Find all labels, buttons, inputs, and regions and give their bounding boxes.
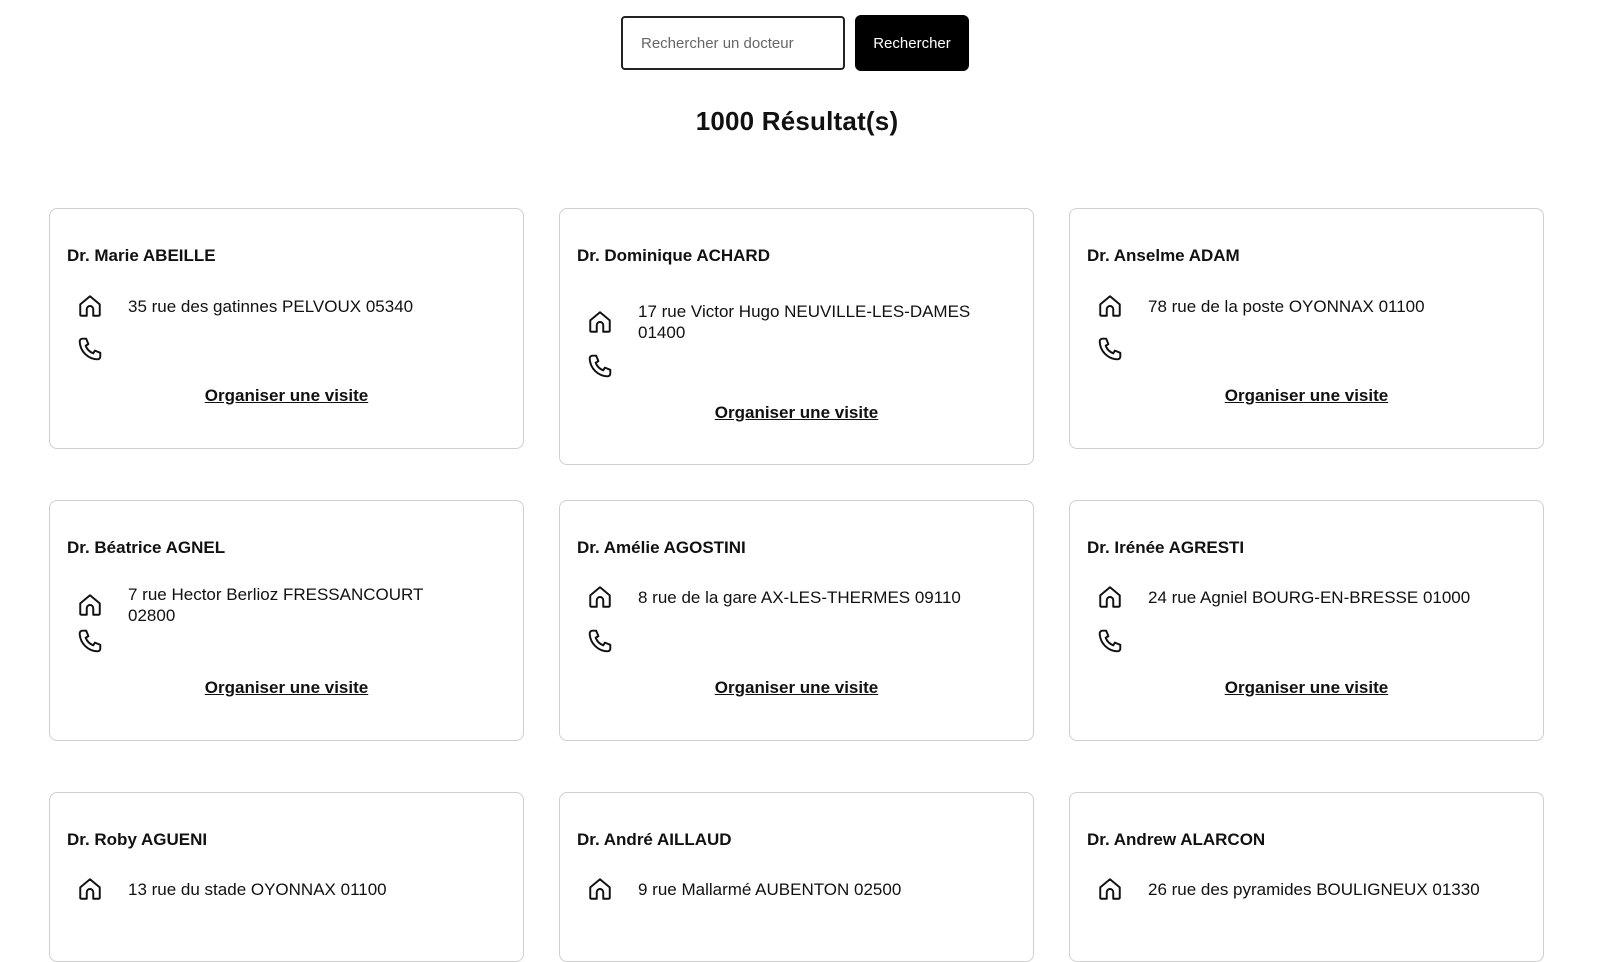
doctor-address: 78 rue de la poste OYONNAX 01100: [1148, 296, 1425, 316]
address-row: 7 rue Hector Berlioz FRESSANCOURT 02800: [77, 584, 468, 626]
address-row: 17 rue Victor Hugo NEUVILLE-LES-DAMES 01…: [587, 301, 978, 343]
doctor-card: Dr. Roby AGUENI 13 rue du stade OYONNAX …: [49, 792, 524, 962]
search-input[interactable]: [621, 16, 845, 70]
address-row: 24 rue Agniel BOURG-EN-BRESSE 01000: [1097, 584, 1470, 610]
doctor-name: Dr. Anselme ADAM: [1087, 246, 1240, 265]
phone-icon: [1098, 337, 1122, 361]
address-row: 9 rue Mallarmé AUBENTON 02500: [587, 876, 901, 902]
schedule-visit-link[interactable]: Organiser une visite: [560, 678, 1033, 698]
phone-icon: [1098, 629, 1122, 653]
phone-row: [77, 336, 128, 362]
doctor-address: 35 rue des gatinnes PELVOUX 05340: [128, 296, 414, 316]
address-row: 8 rue de la gare AX-LES-THERMES 09110: [587, 584, 961, 610]
results-count-title: 1000 Résultat(s): [695, 106, 899, 136]
doctor-address: 17 rue Victor Hugo NEUVILLE-LES-DAMES 01…: [638, 302, 971, 342]
doctor-address: 8 rue de la gare AX-LES-THERMES 09110: [638, 587, 961, 607]
doctor-card: Dr. Irénée AGRESTI 24 rue Agniel BOURG-E…: [1069, 500, 1544, 741]
doctor-card: Dr. Anselme ADAM 78 rue de la poste OYON…: [1069, 208, 1544, 449]
home-icon: [79, 594, 101, 616]
address-row: 78 rue de la poste OYONNAX 01100: [1097, 293, 1425, 319]
phone-icon: [78, 337, 102, 361]
phone-row: [1097, 336, 1148, 362]
doctor-name: Dr. Marie ABEILLE: [67, 246, 216, 265]
address-row: 13 rue du stade OYONNAX 01100: [77, 876, 387, 902]
schedule-visit-link[interactable]: Organiser une visite: [560, 403, 1033, 423]
doctor-card: Dr. Amélie AGOSTINI 8 rue de la gare AX-…: [559, 500, 1034, 741]
schedule-visit-link[interactable]: Organiser une visite: [50, 386, 523, 406]
phone-row: [587, 628, 638, 654]
address-row: 35 rue des gatinnes PELVOUX 05340: [77, 293, 413, 319]
doctor-address: 7 rue Hector Berlioz FRESSANCOURT 02800: [128, 585, 424, 625]
home-icon: [589, 586, 611, 608]
doctor-name: Dr. Amélie AGOSTINI: [577, 538, 746, 557]
doctor-address: 9 rue Mallarmé AUBENTON 02500: [638, 879, 902, 899]
doctor-name: Dr. Dominique ACHARD: [577, 246, 770, 265]
doctor-name: Dr. Andrew ALARCON: [1087, 830, 1266, 849]
schedule-visit-link[interactable]: Organiser une visite: [1070, 386, 1543, 406]
schedule-visit-link[interactable]: Organiser une visite: [1070, 678, 1543, 698]
doctor-card: Dr. Béatrice AGNEL 7 rue Hector Berlioz …: [49, 500, 524, 741]
doctor-card: Dr. Marie ABEILLE 35 rue des gatinnes PE…: [49, 208, 524, 449]
home-icon: [79, 878, 101, 900]
home-icon: [589, 311, 611, 333]
doctor-card: Dr. Dominique ACHARD 17 rue Victor Hugo …: [559, 208, 1034, 465]
doctor-name: Dr. André AILLAUD: [577, 830, 732, 849]
doctor-card: Dr. André AILLAUD 9 rue Mallarmé AUBENTO…: [559, 792, 1034, 962]
phone-row: [77, 628, 128, 654]
doctor-address: 13 rue du stade OYONNAX 01100: [128, 879, 387, 899]
doctor-address: 24 rue Agniel BOURG-EN-BRESSE 01000: [1148, 587, 1471, 607]
phone-icon: [588, 629, 612, 653]
doctor-name: Dr. Béatrice AGNEL: [67, 538, 226, 557]
home-icon: [79, 295, 101, 317]
phone-icon: [588, 354, 612, 378]
doctor-address: 26 rue des pyramides BOULIGNEUX 01330: [1148, 879, 1480, 899]
doctor-name: Dr. Roby AGUENI: [67, 830, 208, 849]
phone-row: [1097, 628, 1148, 654]
address-row: 26 rue des pyramides BOULIGNEUX 01330: [1097, 876, 1480, 902]
home-icon: [1099, 878, 1121, 900]
doctor-card: Dr. Andrew ALARCON 26 rue des pyramides …: [1069, 792, 1544, 962]
phone-icon: [78, 629, 102, 653]
home-icon: [589, 878, 611, 900]
doctor-name: Dr. Irénée AGRESTI: [1087, 538, 1245, 557]
phone-row: [587, 353, 638, 379]
home-icon: [1099, 295, 1121, 317]
search-bar: Rechercher: [621, 15, 969, 71]
home-icon: [1099, 586, 1121, 608]
schedule-visit-link[interactable]: Organiser une visite: [50, 678, 523, 698]
search-button[interactable]: Rechercher: [855, 15, 969, 71]
